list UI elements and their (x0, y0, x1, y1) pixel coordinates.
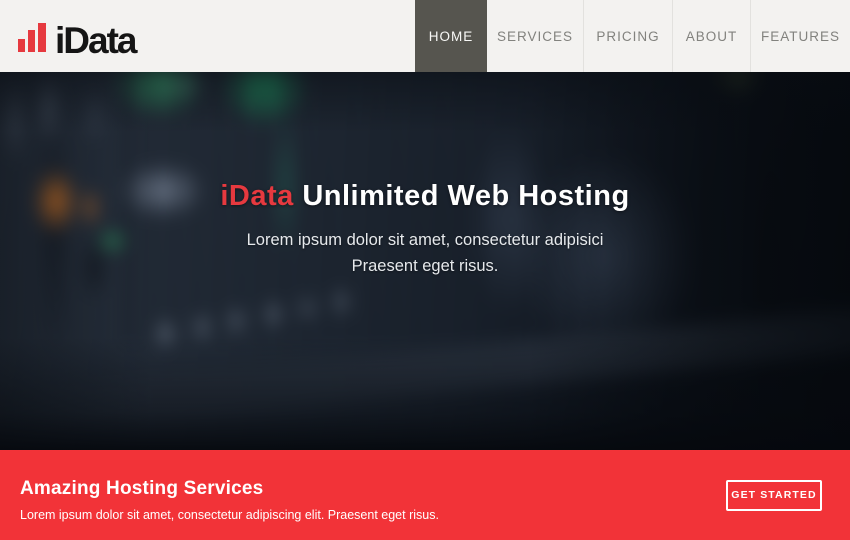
get-started-button[interactable]: GET STARTED (726, 480, 822, 511)
site-header: iData HOME SERVICES PRICING ABOUT FEATUR… (0, 0, 850, 72)
nav-item-services[interactable]: SERVICES (487, 0, 583, 72)
brand-name: iData (55, 22, 135, 59)
bar-chart-icon (18, 23, 46, 52)
nav-item-about[interactable]: ABOUT (672, 0, 750, 72)
cta-banner: Amazing Hosting Services Lorem ipsum dol… (0, 450, 850, 540)
hero-subtitle-line1: Lorem ipsum dolor sit amet, consectetur … (247, 231, 604, 249)
hero-section: iData Unlimited Web Hosting Lorem ipsum … (0, 72, 850, 450)
nav-item-home[interactable]: HOME (415, 0, 487, 72)
main-nav: HOME SERVICES PRICING ABOUT FEATURES (415, 0, 850, 72)
nav-item-features[interactable]: FEATURES (750, 0, 850, 72)
hero-title-highlight: iData (220, 180, 293, 212)
hero-subtitle: Lorem ipsum dolor sit amet, consectetur … (0, 227, 850, 279)
nav-item-pricing[interactable]: PRICING (583, 0, 672, 72)
hero-content: iData Unlimited Web Hosting Lorem ipsum … (0, 72, 850, 279)
cta-copy: Amazing Hosting Services Lorem ipsum dol… (20, 468, 439, 522)
hero-subtitle-line2: Praesent eget risus. (352, 257, 499, 275)
hero-title-rest: Unlimited Web Hosting (302, 180, 629, 212)
hero-title: iData Unlimited Web Hosting (0, 180, 850, 213)
cta-text: Lorem ipsum dolor sit amet, consectetur … (20, 508, 439, 522)
brand-logo[interactable]: iData (0, 0, 135, 72)
cta-heading: Amazing Hosting Services (20, 478, 439, 500)
